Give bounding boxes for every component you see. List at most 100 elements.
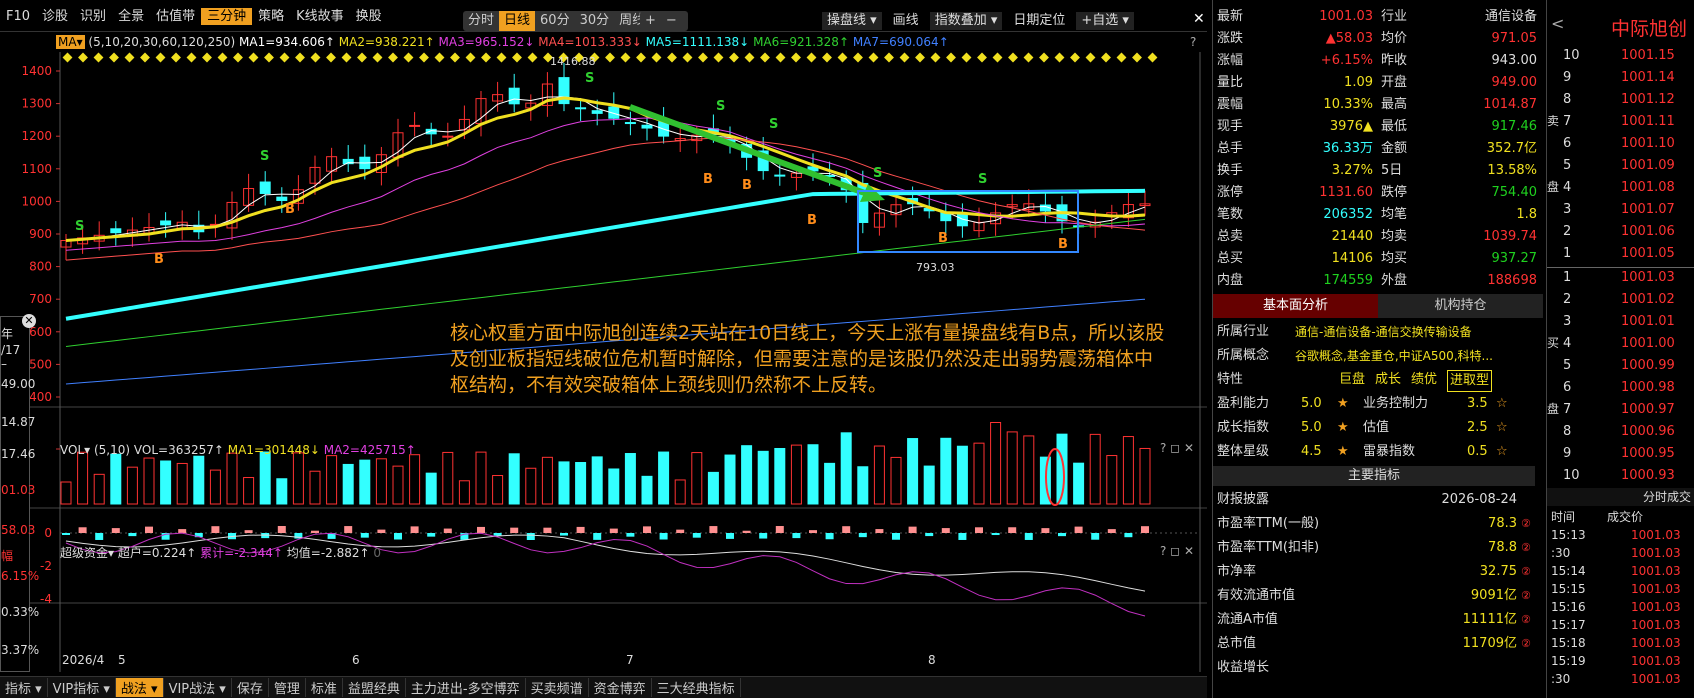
signal-diamond: [884, 52, 894, 63]
feature-tag-1: 成长: [1375, 372, 1402, 387]
quote-label: 行业: [1381, 9, 1408, 24]
fund-bar: [62, 533, 70, 535]
bottom-tab-3[interactable]: VIP战法 ▾: [164, 678, 232, 697]
ask-row: 3 1001.07: [1547, 200, 1694, 220]
concept-label: 所属概念: [1217, 348, 1270, 363]
bottom-tab-2[interactable]: 战法 ▾: [115, 678, 164, 697]
volume-bar: [790, 444, 802, 505]
quote-value: 3.27%: [1331, 163, 1373, 178]
bottom-tab-10[interactable]: 资金博弈: [589, 678, 652, 697]
signal-diamond: [140, 52, 150, 63]
chart-area[interactable]: 1400 1300 1200 1100 1000 900 800 700 6 0 0 500 400 14…: [0, 52, 1207, 672]
signal-diamond: [217, 52, 228, 63]
toolbar-item-3[interactable]: 全景: [112, 8, 150, 25]
toolbar-item-5[interactable]: 三分钟: [201, 8, 253, 25]
fund-bar: [825, 533, 834, 540]
bottom-tab-5[interactable]: 管理: [269, 678, 306, 697]
fund-bar: [145, 526, 153, 533]
vol-dropdown[interactable]: VOL▾: [60, 443, 90, 457]
volume-bar: [674, 479, 686, 505]
fund-bar: [742, 530, 751, 533]
bottom-tab-0[interactable]: 指标 ▾: [0, 678, 48, 697]
chart-tool-4[interactable]: +自选 ▾: [1076, 12, 1134, 30]
fund-tab-1[interactable]: 机构持仓: [1378, 294, 1543, 318]
bid-price: 1001.03: [1621, 270, 1675, 285]
zoom-in-button[interactable]: +: [640, 11, 661, 31]
quote-row: 笔数 206352 均笔 1.8: [1213, 204, 1543, 226]
fund-tab-0[interactable]: 基本面分析: [1213, 294, 1378, 318]
quote-label: 金额: [1381, 141, 1408, 156]
period-1[interactable]: 日线: [499, 11, 536, 31]
period-2[interactable]: 60分: [535, 11, 575, 31]
toolbar-item-2[interactable]: 识别: [74, 8, 112, 25]
zoom-out-button[interactable]: −: [661, 11, 682, 31]
orderbook-header: < 中际旭创: [1547, 14, 1694, 40]
ma-dropdown-button[interactable]: MA▾: [56, 35, 85, 49]
top-toolbar: F10 诊股 识别 全景 估值带 三分钟 策略 K线故事 换股 分时 日线 60分 30分 周线 ▾ +…: [0, 0, 1207, 32]
period-0[interactable]: 分时: [463, 11, 499, 31]
quote-label: 最低: [1381, 119, 1408, 134]
volume-bar: [890, 456, 902, 505]
fund-dropdown[interactable]: 超级资金▾: [60, 546, 114, 560]
toolbar-item-8[interactable]: 换股: [350, 8, 388, 25]
bottom-tab-6[interactable]: 标准: [306, 678, 343, 697]
volume-bar: [1139, 447, 1151, 505]
period-3[interactable]: 30分: [575, 11, 615, 31]
stock-name: 中际旭创: [1611, 18, 1688, 40]
toolbar-item-1[interactable]: 诊股: [36, 8, 74, 25]
star-icon: ★: [1337, 396, 1349, 411]
fund-panel-controls[interactable]: ? ◻ ✕: [1160, 544, 1194, 558]
volume-bar: [591, 456, 603, 505]
close-icon[interactable]: ✕: [1193, 11, 1205, 27]
metric-value: 11709亿: [1462, 636, 1517, 651]
quote-table: 最新 1001.03 行业 通信设备 涨跌 ▲58.03 均价 971.05 涨幅 +6.15% 昨…: [1213, 6, 1543, 292]
chart-tool-1[interactable]: 画线: [888, 12, 924, 30]
bid-level: 6: [1563, 380, 1572, 395]
left-clip-text-1: /17 –: [1, 343, 21, 371]
quote-row: 总手 36.33万 金额 352.7亿: [1213, 138, 1543, 160]
toolbar-item-6[interactable]: 策略: [252, 8, 290, 25]
quote-value: 206352: [1323, 207, 1373, 222]
date-axis-label: 2026/4: [62, 653, 104, 667]
metric-label: 财报披露: [1217, 492, 1270, 507]
quote-label: 总手: [1217, 141, 1244, 156]
quote-row: 量比 1.09 开盘 949.00: [1213, 72, 1543, 94]
sell-signal: S: [75, 219, 84, 234]
chart-tool-3[interactable]: 日期定位: [1008, 12, 1070, 30]
ask-level: 3: [1563, 202, 1572, 217]
volume-bar: [1073, 462, 1085, 505]
chart-tool-0[interactable]: 操盘线 ▾: [822, 12, 882, 30]
volume-bar: [359, 459, 371, 505]
price-axis-label: 1400: [21, 64, 52, 78]
bottom-tab-8[interactable]: 主力进出-多空博弈: [406, 678, 526, 697]
bottom-tab-4[interactable]: 保存: [232, 678, 269, 697]
toolbar-item-0[interactable]: F10: [0, 8, 36, 25]
bottom-tab-9[interactable]: 买卖频谱: [526, 678, 589, 697]
chart-tool-2[interactable]: 指数叠加 ▾: [929, 12, 1003, 30]
ask-row: 4 1001.08: [1547, 178, 1694, 198]
bottom-tab-1[interactable]: VIP指标 ▾: [48, 678, 116, 697]
toolbar-item-4[interactable]: 估值带: [150, 8, 201, 25]
volume-bar: [575, 462, 587, 505]
price-axis-label: 700: [29, 292, 52, 306]
fund-bar: [858, 533, 867, 538]
fund-panel-header: 超级资金▾ 超户=0.224↑ 累计=-2.344↑ 均值=-2.882↑ 0: [60, 544, 381, 562]
close-float-icon[interactable]: ✕: [22, 314, 36, 328]
bid-level: 3: [1563, 314, 1572, 329]
volume-bar: [857, 466, 869, 505]
fund-axis-label: -2: [40, 559, 52, 573]
ask-level: 7: [1563, 114, 1572, 129]
bottom-tab-7[interactable]: 益盟经典: [343, 678, 406, 697]
volume-bar: [973, 442, 985, 505]
help-icon[interactable]: ?: [1190, 32, 1196, 52]
fund-bar: [111, 528, 120, 533]
fund-bar: [975, 527, 983, 533]
ask-level: 4: [1563, 180, 1572, 195]
bottom-tab-11[interactable]: 三大经典指标: [652, 678, 741, 697]
quote-label: 总卖: [1217, 229, 1244, 244]
fund-bar: [1041, 528, 1050, 533]
vol-panel-controls[interactable]: ? ◻ ✕: [1160, 441, 1194, 455]
back-icon[interactable]: <: [1551, 14, 1564, 33]
toolbar-item-7[interactable]: K线故事: [290, 8, 350, 25]
fund-bar: [659, 533, 668, 540]
